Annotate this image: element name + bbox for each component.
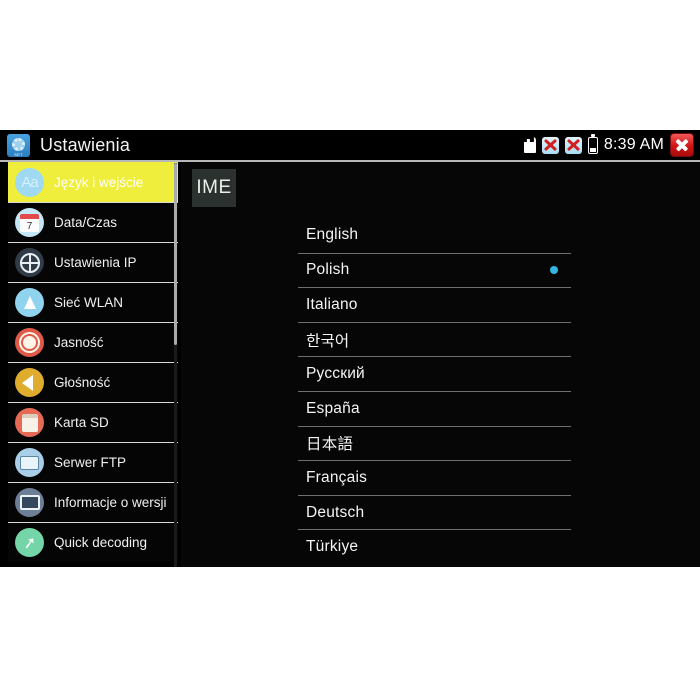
close-icon[interactable] — [670, 133, 694, 157]
sidebar-item-label: Język i wejście — [54, 174, 144, 190]
sd-card-glyph — [21, 413, 38, 432]
wifi-antenna-icon — [15, 288, 44, 317]
sidebar-item-label: Ustawienia IP — [54, 255, 137, 270]
rocket-icon: ➚ — [15, 528, 44, 557]
language-row-3[interactable]: 한국어 — [298, 321, 571, 357]
close-x-glyph — [675, 138, 689, 152]
sidebar-item-label: Quick decoding — [54, 535, 148, 550]
sidebar-item-label: Data/Czas — [54, 215, 118, 230]
sidebar-item-label: Jasność — [54, 335, 104, 350]
x-mark-glyph — [543, 138, 558, 153]
x-mark-glyph — [566, 138, 581, 153]
language-row-5[interactable]: España — [298, 390, 571, 426]
sun-glyph — [23, 336, 36, 349]
gear-glyph — [12, 137, 25, 151]
language-row-6[interactable]: 日本語 — [298, 425, 571, 461]
sidebar-item-8[interactable]: Informacje o wersji — [8, 482, 178, 522]
language-row-2[interactable]: Italiano — [298, 287, 571, 322]
language-row-1[interactable]: Polish — [298, 252, 571, 288]
language-label: Русский — [306, 365, 365, 383]
ftp-server-icon — [15, 448, 44, 477]
selected-radio-dot[interactable] — [550, 266, 558, 275]
language-settings-panel: IME English Polish Italiano 한국어 Русский Españ… — [181, 162, 700, 567]
sidebar-item-7[interactable]: Serwer FTP — [8, 442, 178, 482]
sidebar-item-3[interactable]: Sieć WLAN — [8, 282, 178, 322]
sidebar-item-0[interactable]: Aa Język i wejście — [8, 162, 178, 202]
language-label: Deutsch — [306, 503, 365, 521]
status-bar: 8:39 AM — [523, 133, 700, 157]
sidebar-scrollbar-thumb[interactable] — [174, 163, 177, 345]
speaker-glyph — [22, 374, 33, 391]
language-row-8[interactable]: Deutsch — [298, 494, 571, 530]
sidebar-item-label: Informacje o wersji — [54, 495, 167, 510]
server-glyph — [20, 455, 39, 470]
rocket-glyph: ➚ — [21, 533, 38, 553]
sidebar-item-6[interactable]: Karta SD — [8, 402, 178, 442]
sidebar-item-2[interactable]: Ustawienia IP — [8, 242, 178, 282]
language-label: España — [306, 399, 360, 417]
sidebar-item-label: Głośność — [54, 375, 111, 390]
globe-icon — [15, 248, 44, 277]
title-bar: SET Ustawienia 8:39 AM — [0, 130, 700, 160]
language-label: Français — [306, 468, 368, 486]
sidebar-item-1[interactable]: 7 Data/Czas — [8, 202, 178, 242]
calendar-icon: 7 — [15, 208, 44, 237]
volume-speaker-icon — [15, 368, 44, 397]
sidebar-item-4[interactable]: Jasność — [8, 322, 178, 362]
language-label: English — [306, 226, 359, 244]
ime-button[interactable]: IME — [192, 169, 236, 207]
clock: 8:39 AM — [603, 136, 664, 153]
language-row-9[interactable]: Türkiye — [298, 529, 571, 564]
settings-gear-icon: SET — [7, 133, 30, 157]
brightness-sun-icon — [15, 328, 44, 357]
network-disabled-icon-2 — [564, 136, 582, 154]
sd-card-icon — [523, 137, 536, 153]
antenna-glyph — [23, 296, 36, 309]
monitor-info-icon — [15, 488, 44, 517]
sd-card-icon — [15, 408, 44, 437]
language-row-4[interactable]: Русский — [298, 356, 571, 391]
settings-app-window: SET Ustawienia 8:39 AM Aa Język i wejście… — [0, 130, 700, 567]
aa-glyph: Aa — [21, 173, 38, 191]
language-label: Türkiye — [306, 538, 359, 556]
settings-sidebar: Aa Język i wejście 7 Data/Czas Ustawienia IP… — [8, 162, 178, 566]
app-icon-label: SET — [14, 151, 23, 157]
language-label: 한국어 — [306, 332, 350, 350]
language-label: Polish — [306, 261, 350, 279]
globe-glyph — [19, 252, 40, 273]
language-list: English Polish Italiano 한국어 Русский España 日本語… — [298, 218, 571, 564]
sidebar-item-9[interactable]: ➚ Quick decoding — [8, 522, 178, 562]
language-label: Italiano — [306, 295, 358, 313]
network-disabled-icon — [541, 136, 559, 154]
calendar-glyph: 7 — [20, 213, 39, 232]
language-row-7[interactable]: Français — [298, 460, 571, 495]
monitor-glyph — [19, 495, 40, 510]
sidebar-item-5[interactable]: Głośność — [8, 362, 178, 402]
sidebar-item-label: Karta SD — [54, 415, 109, 430]
sidebar-item-label: Sieć WLAN — [54, 295, 124, 310]
language-input-icon: Aa — [15, 167, 44, 197]
page-title: Ustawienia — [40, 134, 131, 155]
language-label: 日本語 — [306, 436, 354, 454]
battery-icon — [587, 134, 598, 154]
language-row-0[interactable]: English — [298, 218, 571, 253]
sidebar-item-label: Serwer FTP — [54, 455, 127, 470]
